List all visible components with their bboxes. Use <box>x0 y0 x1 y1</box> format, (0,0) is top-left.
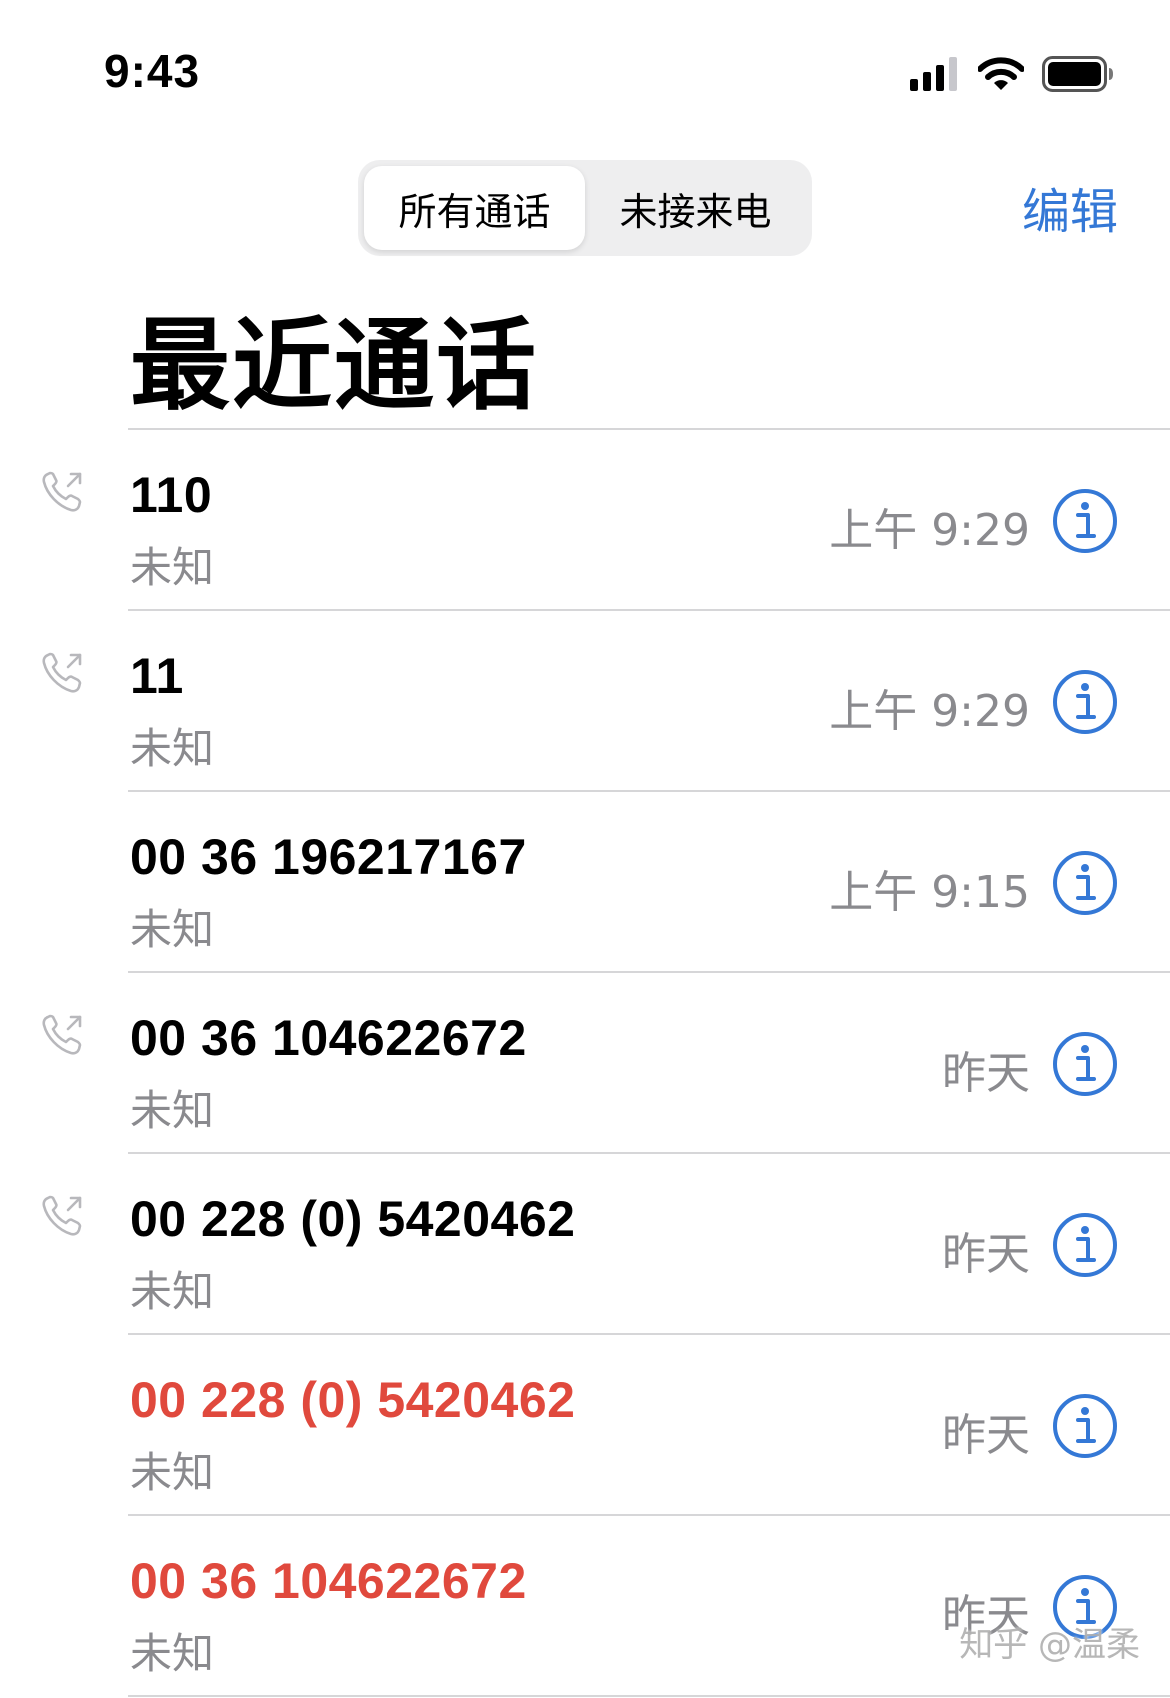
wifi-icon <box>978 57 1024 90</box>
caller-number: 11 <box>130 648 184 704</box>
call-filter-segmented-control: 所有通话 未接来电 <box>358 160 812 256</box>
info-icon[interactable] <box>1052 1212 1118 1278</box>
call-time: 上午 9:15 <box>829 867 1030 918</box>
row-divider <box>128 1695 1170 1697</box>
status-bar: 9:43 <box>0 0 1170 140</box>
cellular-signal-icon <box>910 57 957 91</box>
call-row[interactable]: 00 36 104622672 未知 昨天 <box>0 1516 1170 1697</box>
call-row[interactable]: 00 36 104622672 未知 昨天 <box>0 973 1170 1154</box>
caller-number: 00 228 (0) 5420462 <box>130 1372 576 1428</box>
info-icon[interactable] <box>1052 669 1118 735</box>
caller-label: 未知 <box>130 1086 215 1135</box>
call-row[interactable]: 00 36 196217167 未知 上午 9:15 <box>0 792 1170 973</box>
caller-label: 未知 <box>130 724 215 773</box>
call-time: 昨天 <box>942 1048 1030 1099</box>
caller-number: 00 228 (0) 5420462 <box>130 1191 576 1247</box>
info-icon[interactable] <box>1052 850 1118 916</box>
outgoing-call-icon <box>42 471 82 512</box>
call-row[interactable]: 110 未知 上午 9:29 <box>0 430 1170 611</box>
outgoing-call-icon <box>42 1195 82 1236</box>
watermark: 知乎 @温柔 <box>959 1625 1140 1665</box>
outgoing-call-icon <box>42 652 82 693</box>
outgoing-call-icon <box>42 1014 82 1055</box>
caller-number: 00 36 196217167 <box>130 829 527 885</box>
call-time: 昨天 <box>942 1410 1030 1461</box>
info-icon[interactable] <box>1052 1031 1118 1097</box>
caller-number: 00 36 104622672 <box>130 1553 527 1609</box>
caller-number: 00 36 104622672 <box>130 1010 527 1066</box>
status-icons <box>910 54 1114 94</box>
page-title: 最近通话 <box>130 307 538 424</box>
call-row[interactable]: 11 未知 上午 9:29 <box>0 611 1170 792</box>
caller-number: 110 <box>130 467 213 523</box>
call-time: 昨天 <box>942 1229 1030 1280</box>
call-time: 上午 9:29 <box>829 505 1030 556</box>
call-time: 上午 9:29 <box>829 686 1030 737</box>
segment-missed-calls[interactable]: 未接来电 <box>585 166 806 250</box>
battery-icon <box>1042 56 1113 92</box>
edit-button[interactable]: 编辑 <box>1022 172 1118 242</box>
info-icon[interactable] <box>1052 488 1118 554</box>
caller-label: 未知 <box>130 1629 215 1678</box>
caller-label: 未知 <box>130 1267 215 1316</box>
info-icon[interactable] <box>1052 1393 1118 1459</box>
status-time: 9:43 <box>104 45 201 97</box>
segment-all-calls[interactable]: 所有通话 <box>364 166 585 250</box>
call-row[interactable]: 00 228 (0) 5420462 未知 昨天 <box>0 1335 1170 1516</box>
caller-label: 未知 <box>130 1448 215 1497</box>
call-row[interactable]: 00 228 (0) 5420462 未知 昨天 <box>0 1154 1170 1335</box>
caller-label: 未知 <box>130 905 215 954</box>
caller-label: 未知 <box>130 543 215 592</box>
